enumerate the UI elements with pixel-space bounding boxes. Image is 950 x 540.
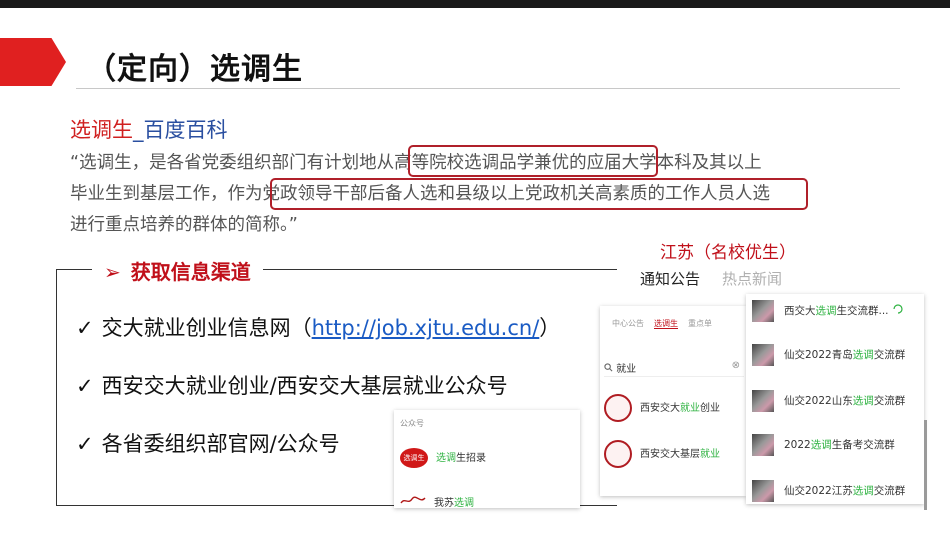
baike-source: _百度百科 — [133, 118, 228, 142]
xuandiaosheng-logo-icon: 选调生 — [400, 448, 428, 468]
group-name-suffix: 交流群 — [873, 349, 906, 361]
channel-text: 西安交大就业创业/西安交大基层就业公众号 — [101, 374, 508, 398]
clear-icon[interactable]: ⊗ — [732, 360, 740, 371]
channel-text: 交大就业创业信息网（ — [101, 316, 312, 340]
group-name-highlight: 选调 — [852, 349, 874, 361]
group-name-suffix: 生交流群... — [836, 305, 889, 317]
highlight-box-universities — [408, 145, 658, 177]
group-item[interactable]: 仙交2022山东选调交流群 — [752, 390, 905, 412]
search-input[interactable]: 就业 ⊗ — [604, 360, 744, 377]
group-name-suffix: 交流群 — [873, 395, 906, 407]
group-name-highlight: 选调 — [810, 439, 832, 451]
mini-tab-active[interactable]: 选调生 — [654, 319, 678, 329]
account-name-suffix: 创业 — [700, 403, 720, 414]
scrollbar[interactable] — [924, 420, 927, 510]
title-divider — [76, 88, 900, 89]
baike-heading: 选调生_百度百科 — [70, 114, 228, 144]
university-logo-icon — [604, 394, 632, 422]
group-avatar — [752, 300, 774, 322]
channel-text: 各省委组织部官网/公众号 — [101, 432, 340, 456]
quote-line: 进行重点培养的群体的简称。” — [70, 215, 298, 235]
group-name-suffix: 生备考交流群 — [831, 439, 895, 451]
account-name-highlight: 选调 — [436, 453, 456, 464]
channels-heading-text: 获取信息渠道 — [130, 260, 251, 284]
job-site-link[interactable]: http://job.xjtu.edu.cn/ — [312, 316, 540, 340]
checkmark-icon: ✓ — [76, 374, 94, 398]
search-query: 就业 — [616, 364, 637, 375]
group-avatar — [752, 390, 774, 412]
mini-tab[interactable]: 重点单 — [688, 319, 712, 328]
group-name-suffix: 交流群 — [873, 485, 906, 497]
jiangsu-title: 江苏（名校优生） — [660, 243, 796, 263]
group-item[interactable]: 仙交2022江苏选调交流群 — [752, 480, 905, 502]
group-name-highlight: 选调 — [815, 305, 837, 317]
channels-heading: ➢ 获取信息渠道 — [92, 256, 263, 285]
refresh-icon — [892, 304, 904, 317]
group-avatar — [752, 480, 774, 502]
account-name: 我苏 — [434, 498, 454, 509]
panel-header: 公众号 — [400, 419, 424, 428]
mini-tabs: 中心公告 选调生 重点单 — [612, 318, 722, 329]
page-title: （定向）选调生 — [86, 52, 303, 87]
arrow-icon: ➢ — [104, 260, 121, 284]
group-name-highlight: 选调 — [852, 485, 874, 497]
mini-tab[interactable]: 中心公告 — [612, 319, 644, 328]
group-chat-list: 西交大选调生交流群... 仙交2022青岛选调交流群 仙交2022山东选调交流群… — [746, 294, 924, 504]
baike-term: 选调生 — [70, 118, 133, 142]
account-name-suffix: 生招录 — [456, 453, 486, 464]
wechat-search-panel: 中心公告 选调生 重点单 就业 ⊗ 西安交大就业创业 西安交大基层就业 — [600, 306, 746, 496]
group-item[interactable]: 2022选调生备考交流群 — [752, 434, 895, 456]
group-avatar — [752, 434, 774, 456]
group-item[interactable]: 西交大选调生交流群... — [752, 300, 904, 322]
official-accounts-panel: 公众号 选调生 选调生招录 我苏选调 — [394, 410, 580, 509]
group-item[interactable]: 仙交2022青岛选调交流群 — [752, 344, 905, 366]
tab-notices[interactable]: 通知公告 — [640, 268, 700, 289]
checkmark-icon: ✓ — [76, 432, 94, 456]
channel-item-provincial: ✓ 各省委组织部官网/公众号 — [76, 428, 340, 458]
account-name-highlight: 就业 — [700, 449, 720, 460]
account-name: 西安交大 — [640, 403, 680, 414]
checkmark-icon: ✓ — [76, 316, 94, 340]
group-name: 仙交2022青岛 — [784, 349, 853, 361]
group-name: 西交大 — [784, 305, 816, 317]
account-result[interactable]: 西安交大基层就业 — [604, 440, 720, 468]
account-name: 西安交大基层 — [640, 449, 700, 460]
title-marker — [0, 38, 66, 86]
account-result[interactable]: 选调生 选调生招录 — [400, 448, 486, 468]
group-avatar — [752, 344, 774, 366]
group-name-highlight: 选调 — [852, 395, 874, 407]
group-name: 仙交2022山东 — [784, 395, 853, 407]
account-result[interactable]: 我苏选调 — [400, 494, 474, 509]
channel-item-wechat: ✓ 西安交大就业创业/西安交大基层就业公众号 — [76, 370, 508, 400]
account-result[interactable]: 西安交大就业创业 — [604, 394, 720, 422]
calligraphy-logo-icon — [400, 496, 426, 506]
group-name: 2022 — [784, 439, 811, 451]
channel-item-website: ✓ 交大就业创业信息网（http://job.xjtu.edu.cn/） — [76, 312, 560, 342]
highlight-box-candidates — [270, 178, 808, 210]
channel-text-suffix: ） — [539, 316, 561, 340]
university-logo-icon — [604, 440, 632, 468]
account-name-highlight: 选调 — [454, 498, 474, 509]
group-name: 仙交2022江苏 — [784, 485, 853, 497]
tab-hot-news[interactable]: 热点新闻 — [722, 268, 782, 289]
search-icon — [604, 363, 616, 375]
account-name-highlight: 就业 — [680, 403, 700, 414]
top-bar — [0, 0, 950, 8]
